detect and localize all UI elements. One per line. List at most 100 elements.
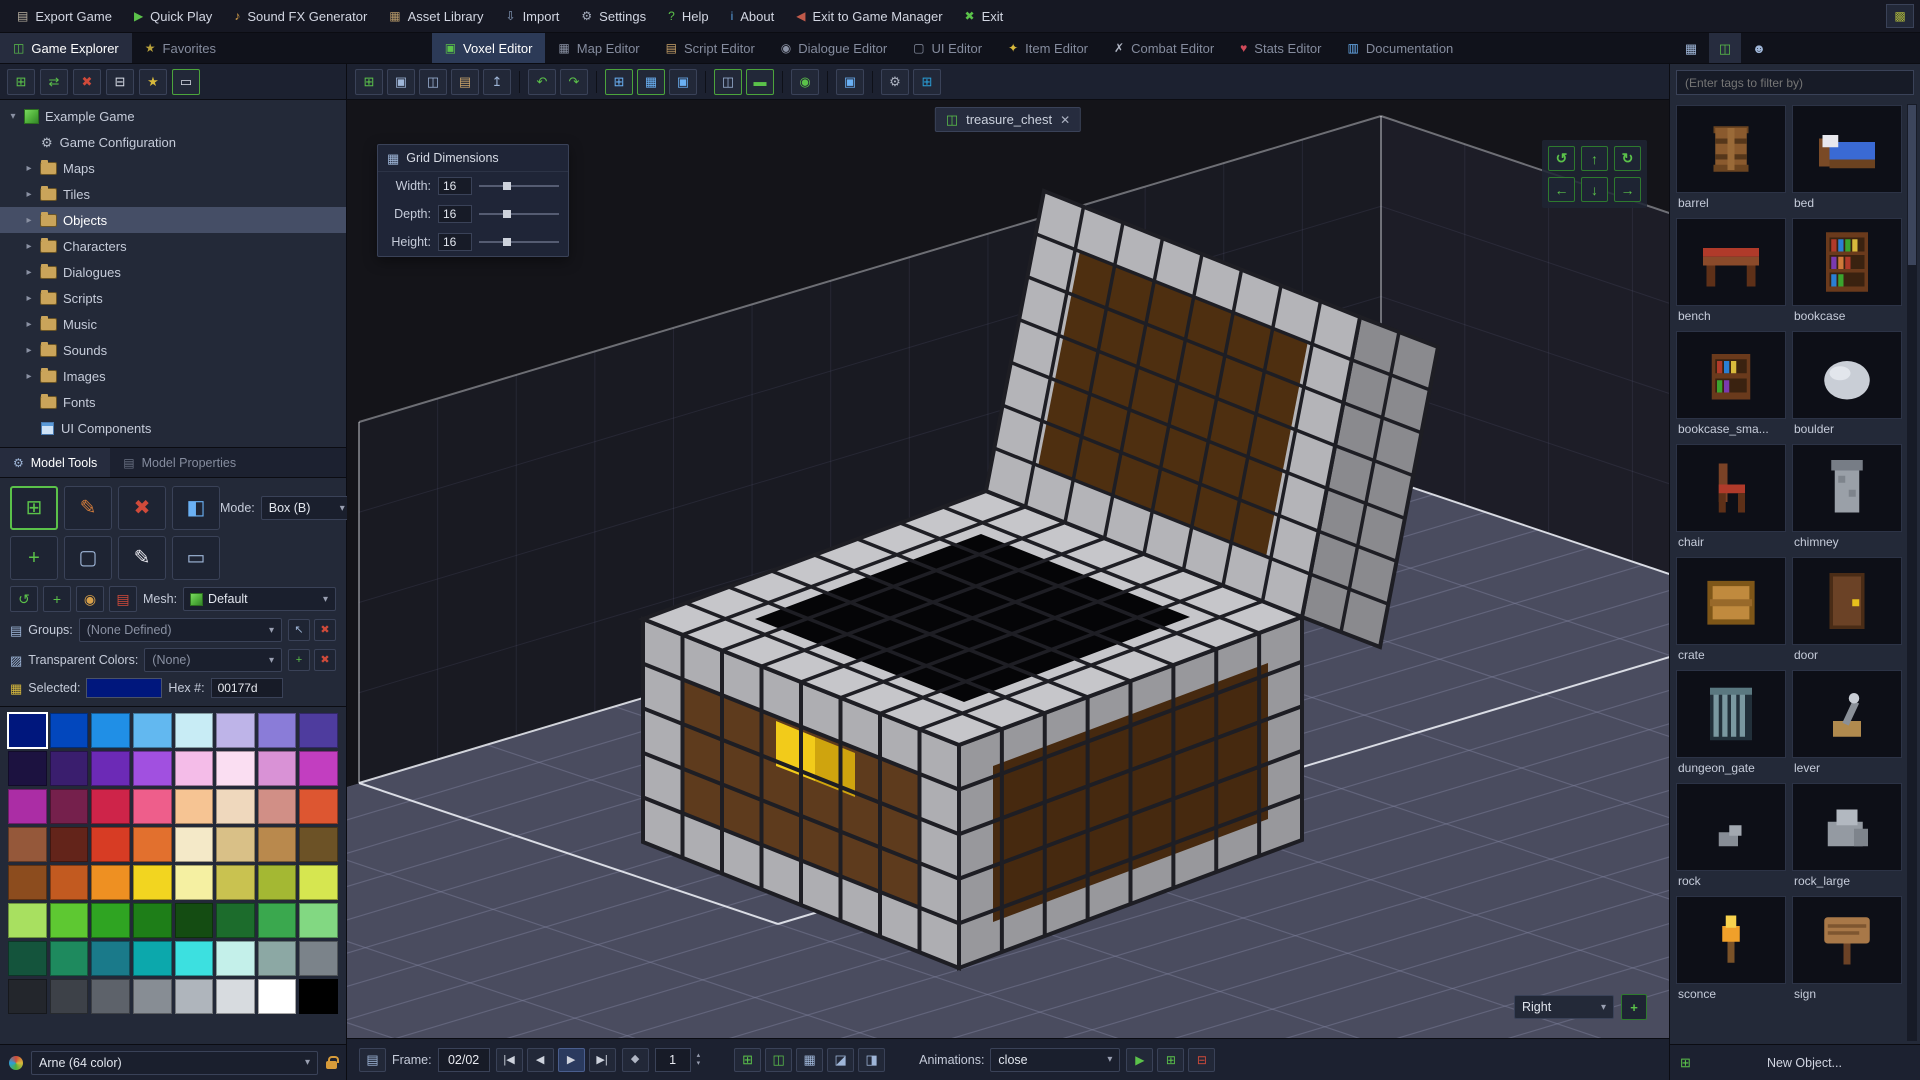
tiles-panel-icon[interactable]: ▦ <box>1675 33 1707 63</box>
tab-script-editor[interactable]: ▤ Script Editor <box>653 33 768 63</box>
tab-stats-editor[interactable]: ♥ Stats Editor <box>1227 33 1334 63</box>
library-item-bed[interactable]: bed <box>1792 105 1902 210</box>
rotate-ccw-icon[interactable]: ↺ <box>1548 146 1575 171</box>
show-grid-icon[interactable]: ⊞ <box>605 68 633 95</box>
copy-frame-icon[interactable]: ▦ <box>796 1047 824 1072</box>
hex-input[interactable]: 00177d <box>210 678 283 698</box>
palette-swatch[interactable] <box>49 903 89 938</box>
tab-game-explorer[interactable]: ◫ Game Explorer <box>0 33 132 63</box>
screenshot-icon[interactable]: ▣ <box>836 68 864 95</box>
add-animation-icon[interactable]: ⊞ <box>1157 1047 1185 1072</box>
library-item-crate[interactable]: crate <box>1676 557 1786 662</box>
palette-swatch[interactable] <box>257 827 297 862</box>
add-frame-icon[interactable]: ⊞ <box>734 1047 762 1072</box>
tree-item-fonts[interactable]: Fonts <box>0 389 346 415</box>
dimension-slider[interactable] <box>479 235 559 249</box>
palette-swatch[interactable] <box>132 713 172 748</box>
tree-item-sounds[interactable]: ▸ Sounds <box>0 337 346 363</box>
palette-swatch[interactable] <box>299 789 338 824</box>
palette-swatch[interactable] <box>174 979 214 1014</box>
frame-step-input[interactable]: 1 <box>654 1047 691 1072</box>
dimension-value[interactable]: 16 <box>438 177 472 195</box>
play-animation-icon[interactable]: ▶ <box>1126 1047 1154 1072</box>
tab-ui-editor[interactable]: ▢ UI Editor <box>900 33 995 63</box>
palette-swatch[interactable] <box>132 827 172 862</box>
last-frame-icon[interactable]: ▶| <box>588 1047 616 1072</box>
palette-swap-icon[interactable]: ◉ <box>76 586 104 612</box>
onion-skin-icon[interactable]: ◆ <box>621 1047 649 1072</box>
palette-swatch[interactable] <box>216 713 255 748</box>
slider-thumb[interactable] <box>503 238 511 246</box>
palette-swatch[interactable] <box>8 903 47 938</box>
mirror-frame-icon[interactable]: ◨ <box>858 1047 886 1072</box>
library-item-lever[interactable]: lever <box>1792 670 1902 775</box>
library-item-sign[interactable]: sign <box>1792 896 1902 1001</box>
library-item-bookcase-sma[interactable]: bookcase_sma... <box>1676 331 1786 436</box>
refresh-icon[interactable]: ⇄ <box>40 68 68 95</box>
palette-swatch[interactable] <box>91 903 130 938</box>
palette-swatch[interactable] <box>8 979 47 1014</box>
show-preview-icon[interactable]: ▭ <box>172 68 200 95</box>
palette-swatch[interactable] <box>299 751 338 786</box>
selected-color-swatch[interactable] <box>86 678 163 698</box>
groups-select[interactable]: (None Defined) ▾ <box>78 618 282 642</box>
palette-swatch[interactable] <box>91 827 130 862</box>
tab-voxel-editor[interactable]: ▣ Voxel Editor <box>431 33 546 63</box>
palette-swatch[interactable] <box>299 827 338 862</box>
fill-tool-icon[interactable]: ◧ <box>172 486 220 530</box>
menu-help[interactable]: ? Help <box>657 0 719 32</box>
palette-swatch[interactable] <box>257 903 297 938</box>
palette-swatch[interactable] <box>174 903 214 938</box>
palette-swatch[interactable] <box>174 713 214 748</box>
tree-item-maps[interactable]: ▸ Maps <box>0 155 346 181</box>
palette-swatch[interactable] <box>8 941 47 976</box>
palette-swatch[interactable] <box>257 865 297 900</box>
step-spinner[interactable]: ▴ ▾ <box>697 1052 701 1067</box>
rotate-cw-icon[interactable]: ↻ <box>1614 146 1641 171</box>
tag-filter-input[interactable] <box>1676 70 1914 95</box>
select-box-tool-icon[interactable]: ▢ <box>64 536 112 580</box>
library-item-sconce[interactable]: sconce <box>1676 896 1786 1001</box>
library-item-rock[interactable]: rock <box>1676 783 1786 888</box>
library-item-barrel[interactable]: barrel <box>1676 105 1786 210</box>
menu-exit[interactable]: ✖ Exit <box>954 0 1015 32</box>
palette-swatch[interactable] <box>49 789 89 824</box>
delete-group-icon[interactable]: ✖ <box>314 619 336 641</box>
palette-swatch[interactable] <box>174 751 214 786</box>
play-icon[interactable]: ▶ <box>557 1047 585 1072</box>
show-floor-icon[interactable]: ▬ <box>746 68 774 95</box>
prev-frame-icon[interactable]: ◀ <box>526 1047 554 1072</box>
rotate-model-icon[interactable]: ↺ <box>10 586 38 612</box>
tab-model-properties[interactable]: ▤ Model Properties <box>110 448 249 477</box>
palette-swatch[interactable] <box>8 751 47 786</box>
menu-sound-fx-generator[interactable]: ♪ Sound FX Generator <box>223 0 378 32</box>
select-group-icon[interactable]: ↖ <box>288 619 310 641</box>
tab-favorites[interactable]: ★ Favorites <box>132 33 229 63</box>
export-model-icon[interactable]: ↥ <box>483 68 511 95</box>
palette-swatch[interactable] <box>299 713 338 748</box>
tab-map-editor[interactable]: ▦ Map Editor <box>545 33 652 63</box>
save-model-icon[interactable]: ▣ <box>387 68 415 95</box>
erase-voxel-tool-icon[interactable]: ✖ <box>118 486 166 530</box>
tilt-down-icon[interactable]: ↓ <box>1581 177 1608 202</box>
first-frame-icon[interactable]: |◀ <box>495 1047 523 1072</box>
palette-swatch[interactable] <box>132 751 172 786</box>
dimension-value[interactable]: 16 <box>438 233 472 251</box>
menu-corner-button[interactable]: ▩ <box>1886 4 1914 28</box>
palette-swatch[interactable] <box>49 979 89 1014</box>
palette-swatch[interactable] <box>49 941 89 976</box>
tab-item-editor[interactable]: ✦ Item Editor <box>995 33 1101 63</box>
lock-icon[interactable] <box>326 1055 339 1069</box>
palette-swatch[interactable] <box>216 979 255 1014</box>
palette-select[interactable]: Arne (64 color) ▾ <box>31 1050 318 1075</box>
palette-swatch[interactable] <box>132 903 172 938</box>
picker-tool-icon[interactable]: ✎ <box>118 536 166 580</box>
remove-transparent-icon[interactable]: ✖ <box>314 649 336 671</box>
palette-swatch[interactable] <box>91 789 130 824</box>
add-transparent-icon[interactable]: + <box>288 649 310 671</box>
tree-item-game-configuration[interactable]: ⚙ Game Configuration <box>0 129 346 155</box>
menu-exit-to-game-manager[interactable]: ◀ Exit to Game Manager <box>785 0 953 32</box>
palette-swatch[interactable] <box>216 941 255 976</box>
palette-swatch[interactable] <box>174 789 214 824</box>
tree-item-dialogues[interactable]: ▸ Dialogues <box>0 259 346 285</box>
